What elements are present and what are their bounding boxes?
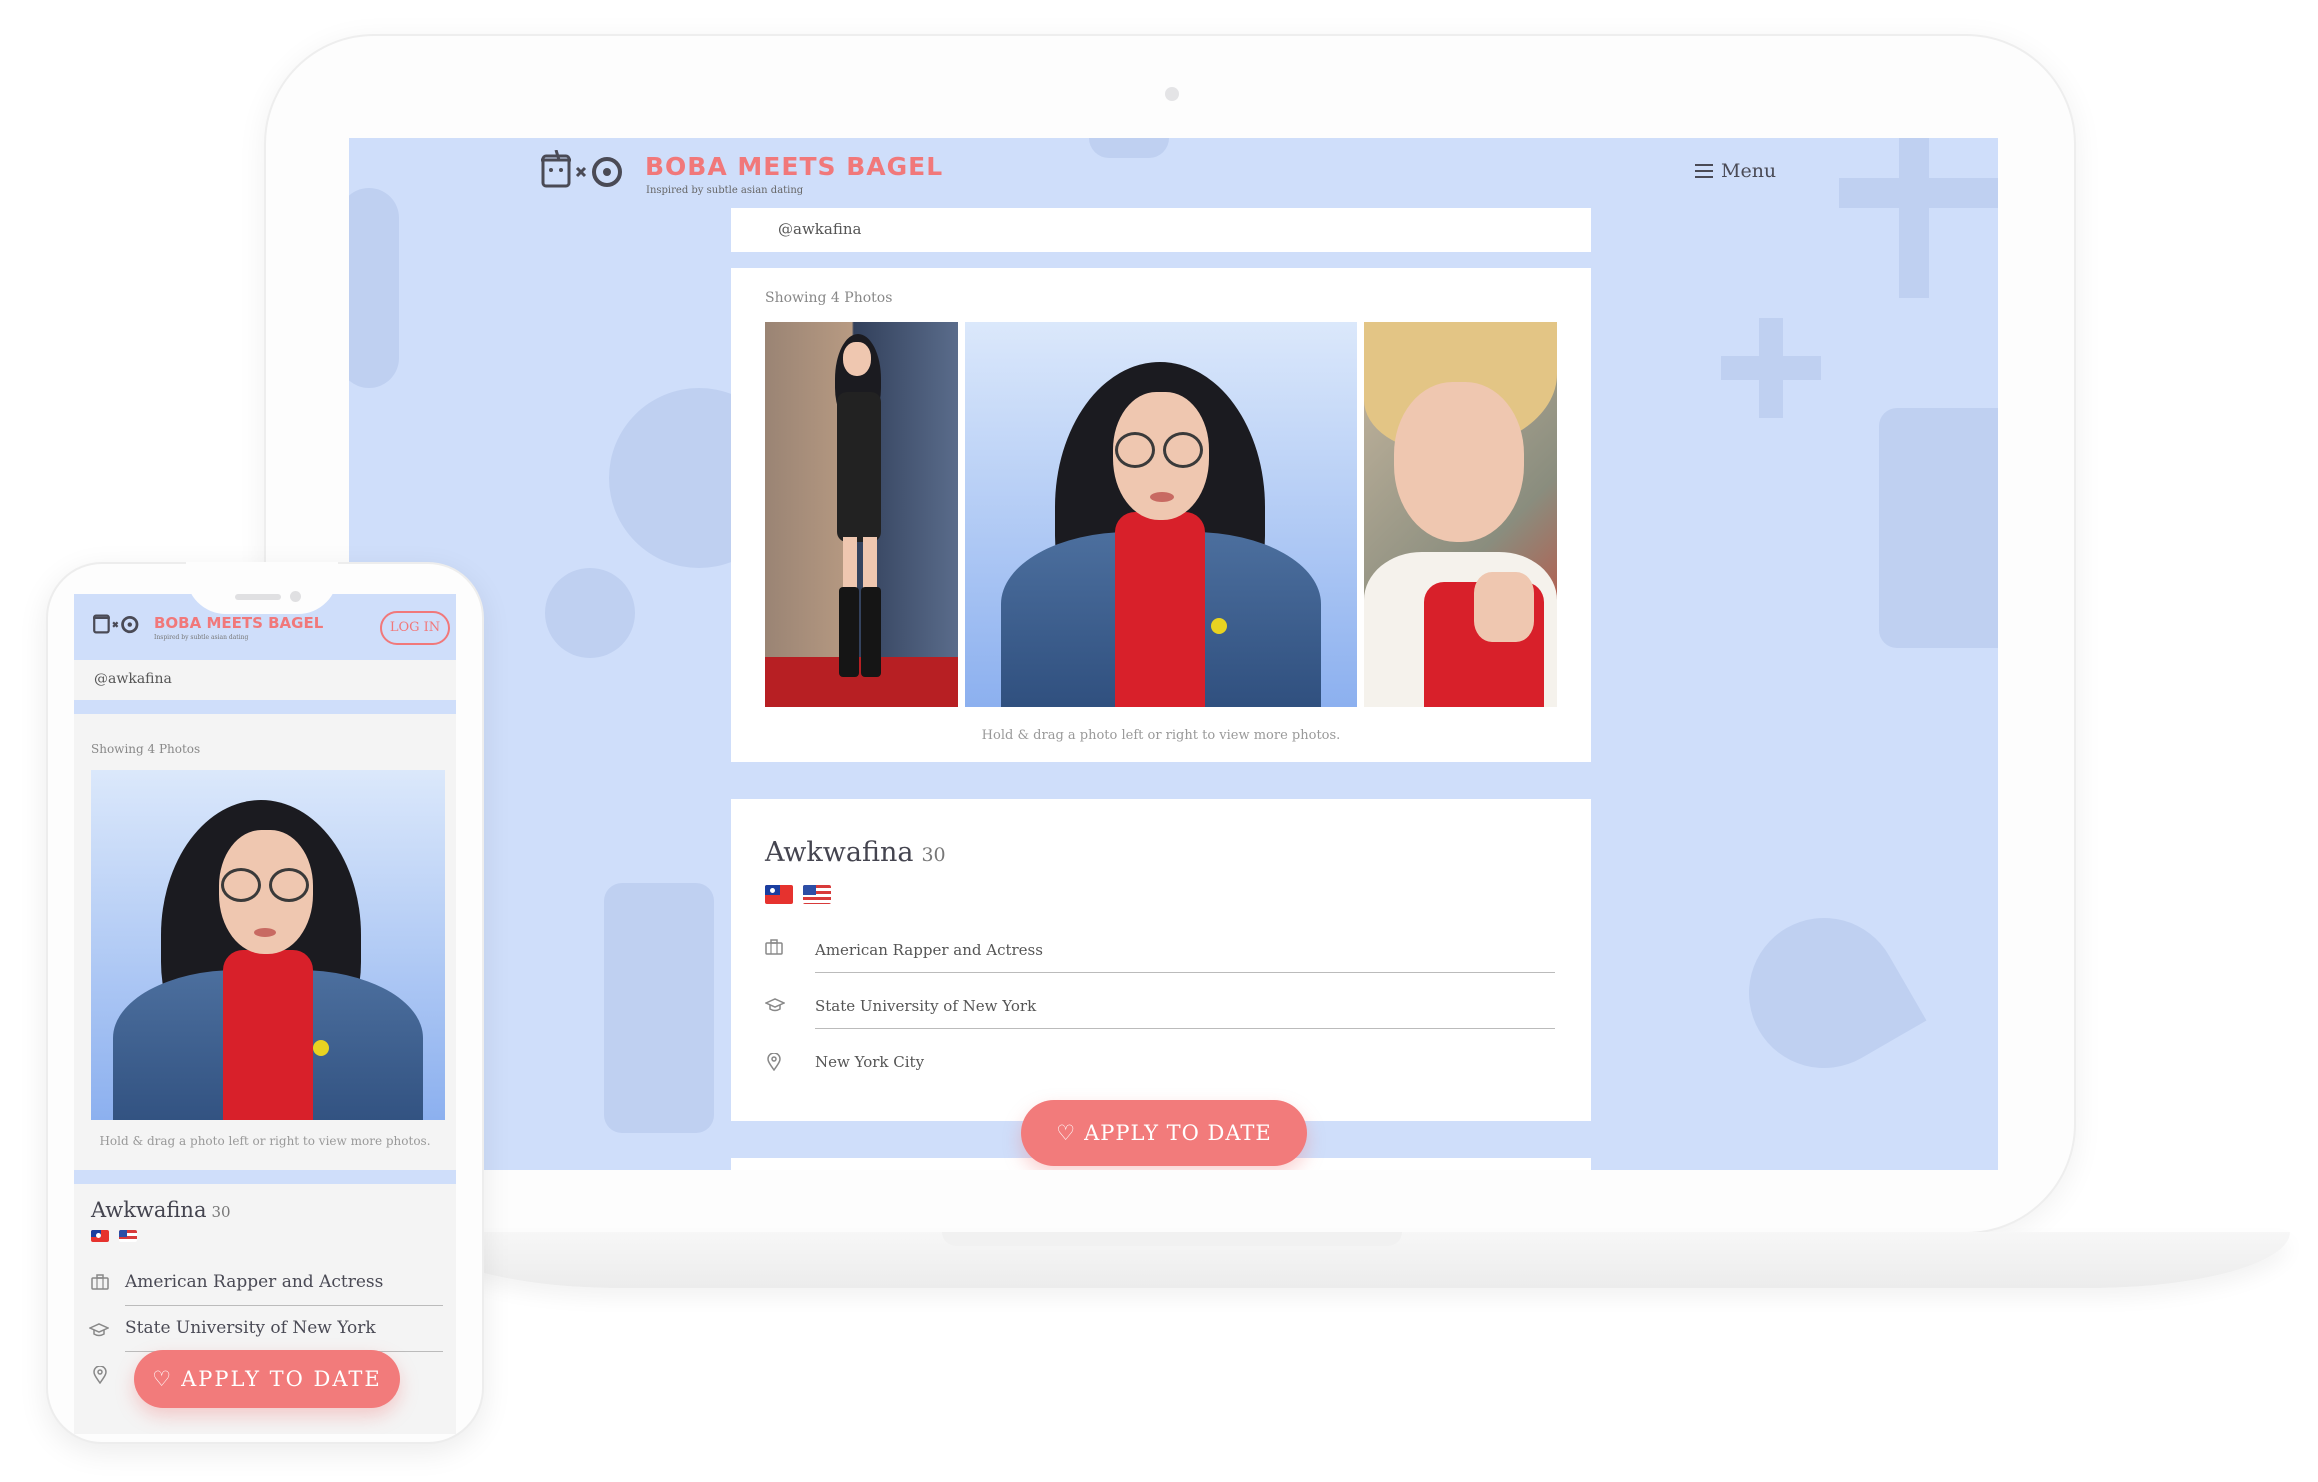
- hamburger-icon: [1695, 164, 1713, 178]
- profile-photo-3[interactable]: [1364, 322, 1557, 707]
- section-divider: [74, 700, 456, 714]
- desktop-header: BOBA MEETS BAGEL Inspired by subtle asia…: [349, 138, 1998, 198]
- brand-tagline: Inspired by subtle asian dating: [154, 634, 249, 641]
- profile-photo-1[interactable]: [765, 322, 958, 707]
- bg-decoration: [1721, 356, 1821, 380]
- education-row: State University of New York: [815, 997, 1555, 1029]
- nationality-flags: [91, 1230, 137, 1242]
- login-button[interactable]: LOG IN: [380, 611, 450, 645]
- photo-drag-hint: Hold & drag a photo left or right to vie…: [981, 728, 1341, 743]
- education-row: State University of New York: [125, 1318, 443, 1352]
- phone-notch: [186, 562, 338, 614]
- profile-name: Awkwafina: [765, 837, 914, 868]
- brand-name[interactable]: BOBA MEETS BAGEL: [645, 152, 943, 181]
- photo-drag-hint: Hold & drag a photo left or right to vie…: [99, 1134, 431, 1148]
- graduation-cap-icon: [764, 997, 786, 1016]
- laptop-base-notch: [942, 1232, 1402, 1246]
- username: @awkafina: [778, 220, 862, 238]
- photo-count-label: Showing 4 Photos: [91, 742, 201, 756]
- username-card: @awkafina: [731, 208, 1591, 252]
- phone-speaker: [235, 594, 281, 600]
- briefcase-icon: [765, 939, 783, 959]
- desktop-screen: BOBA MEETS BAGEL Inspired by subtle asia…: [349, 138, 1998, 1170]
- menu-label: Menu: [1721, 160, 1777, 182]
- apply-to-date-button[interactable]: ♡ APPLY TO DATE: [134, 1350, 400, 1408]
- graduation-cap-icon: [88, 1322, 110, 1341]
- brand-name[interactable]: BOBA MEETS BAGEL: [154, 614, 323, 632]
- location-text: New York City: [815, 1053, 925, 1071]
- bg-decoration: [545, 568, 635, 658]
- laptop-camera: [1165, 87, 1179, 101]
- mobile-screen: BOBA MEETS BAGEL Inspired by subtle asia…: [74, 594, 456, 1434]
- apply-label: APPLY TO DATE: [1084, 1121, 1272, 1145]
- profile-details-card: Awkwafina 30 American Rapper and Actress…: [731, 799, 1591, 1121]
- heart-icon: ♡: [152, 1367, 174, 1391]
- heart-icon: ♡: [1056, 1121, 1077, 1145]
- occupation-row: American Rapper and Actress: [125, 1272, 443, 1306]
- username: @awkafina: [94, 671, 172, 687]
- phone-camera: [290, 591, 301, 602]
- boba-bagel-logo-icon: [541, 150, 622, 188]
- apply-to-date-button[interactable]: ♡ APPLY TO DATE: [1021, 1100, 1307, 1166]
- profile-name: Awkwafina: [91, 1198, 207, 1222]
- location-pin-icon: [93, 1365, 107, 1388]
- location-pin-icon: [767, 1052, 781, 1075]
- bg-decoration: [1721, 890, 1927, 1096]
- profile-photo-2[interactable]: [965, 322, 1357, 707]
- taiwan-flag-icon: [91, 1230, 109, 1242]
- education-text: State University of New York: [815, 997, 1037, 1015]
- briefcase-icon: [91, 1274, 109, 1294]
- usa-flag-icon: [803, 885, 831, 904]
- profile-name-row: Awkwafina 30: [765, 837, 946, 868]
- location-row: New York City: [815, 1053, 1555, 1071]
- usa-flag-icon: [119, 1230, 137, 1242]
- education-text: State University of New York: [125, 1318, 376, 1338]
- profile-photo-1[interactable]: [91, 770, 445, 1120]
- occupation-text: American Rapper and Actress: [815, 941, 1043, 959]
- section-divider: [74, 1170, 456, 1184]
- username-card: @awkafina: [74, 660, 456, 700]
- boba-bagel-logo-icon: [93, 614, 139, 634]
- profile-age: 30: [921, 844, 946, 866]
- profile-age: 30: [211, 1203, 231, 1221]
- photo-gallery-card: Showing 4 Photos Hold & drag a photo lef…: [731, 268, 1591, 762]
- photo-count-label: Showing 4 Photos: [765, 290, 893, 306]
- brand-tagline: Inspired by subtle asian dating: [646, 185, 804, 196]
- occupation-row: American Rapper and Actress: [815, 941, 1555, 973]
- profile-name-row: Awkwafina 30: [91, 1198, 231, 1222]
- menu-button[interactable]: Menu: [1695, 160, 1776, 182]
- taiwan-flag-icon: [765, 885, 793, 904]
- bg-decoration: [1879, 408, 1998, 648]
- bg-decoration: [604, 883, 714, 1133]
- bg-decoration: [349, 188, 399, 388]
- occupation-text: American Rapper and Actress: [125, 1272, 384, 1292]
- nationality-flags: [765, 885, 831, 904]
- apply-label: APPLY TO DATE: [181, 1367, 382, 1391]
